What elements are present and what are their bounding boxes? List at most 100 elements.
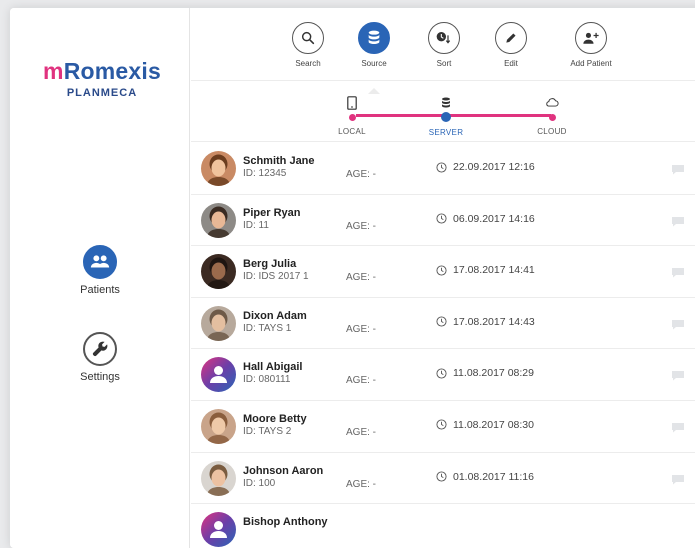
edit-button[interactable]: Edit [476, 22, 546, 68]
avatar [201, 460, 236, 496]
comment-icon[interactable] [671, 317, 685, 335]
patient-name: Bishop Anthony [243, 516, 328, 529]
clock-icon [436, 161, 447, 173]
app-logo: mRomexis PLANMECA [27, 58, 177, 99]
sidebar-item-patients[interactable]: Patients [60, 245, 140, 296]
source-option-server[interactable]: SERVER [416, 96, 476, 137]
logo-title-initial: m [43, 58, 64, 84]
patient-date-text: 11.08.2017 08:29 [453, 367, 534, 380]
sidebar-item-label: Patients [80, 284, 120, 296]
patient-name: Piper Ryan [243, 206, 301, 219]
app-window: mRomexis PLANMECA Patients Settings Sear… [10, 8, 695, 548]
patient-id: ID: TAYS 2 [243, 425, 292, 437]
patient-date: 11.08.2017 08:30 [436, 419, 534, 431]
source-label: CLOUD [537, 127, 567, 136]
patient-id: ID: 080111 [243, 374, 291, 386]
patient-age: AGE: - [346, 426, 377, 438]
source-dot [348, 114, 356, 121]
avatar [201, 408, 236, 444]
tool-label: Search [295, 59, 321, 68]
patient-date: 17.08.2017 14:41 [436, 264, 535, 276]
patient-date: 17.08.2017 14:43 [436, 316, 535, 328]
patient-name: Berg Julia [243, 258, 297, 271]
source-button[interactable]: Source [339, 22, 409, 94]
patient-name: Schmith Jane [243, 155, 315, 167]
patient-id: ID: 12345 [243, 168, 287, 179]
avatar [201, 151, 236, 186]
logo-title: mRomexis [27, 58, 177, 85]
patient-date: 06.09.2017 14:16 [436, 213, 535, 225]
avatar [201, 202, 236, 238]
patient-date-text: 11.08.2017 08:30 [453, 418, 534, 431]
patient-list: Schmith Jane ID: 12345 AGE: - 22.09.2017 12… [191, 143, 695, 548]
sidebar-item-settings[interactable]: Settings [60, 332, 140, 383]
clock-icon [436, 213, 447, 224]
toolbar: Search Source Sort Edit Add Patient [191, 8, 695, 94]
avatar [201, 357, 236, 393]
patient-name: Hall Abigail [243, 361, 303, 374]
patient-id: ID: IDS 2017 1 [243, 271, 309, 283]
comment-icon[interactable] [671, 420, 685, 438]
patient-id: ID: 100 [243, 477, 276, 489]
patient-date: 11.08.2017 08:29 [436, 367, 534, 379]
patient-row[interactable]: Dixon Adam ID: TAYS 1 AGE: - 17.08.2017 14:… [191, 297, 695, 350]
clock-icon [436, 265, 447, 276]
source-selector: LOCAL SERVER CLOUD [191, 82, 695, 142]
patient-age: AGE: - [346, 220, 377, 232]
comment-icon[interactable] [671, 265, 685, 283]
patient-name: Johnson Aaron [243, 464, 324, 477]
patient-date-text: 22.09.2017 12:16 [453, 161, 535, 173]
patient-age: AGE: - [346, 478, 377, 490]
patient-row[interactable]: Bishop Anthony [191, 504, 695, 548]
patient-id: ID: TAYS 1 [243, 322, 292, 334]
search-button[interactable]: Search [273, 22, 343, 68]
database-icon [358, 22, 390, 54]
patient-row[interactable]: Piper Ryan ID: 11 AGE: - 06.09.2017 14:16 [191, 194, 695, 247]
search-icon [292, 22, 324, 54]
patient-date-text: 17.08.2017 14:43 [453, 315, 535, 328]
patient-date-text: 01.08.2017 11:16 [453, 470, 534, 483]
tool-label: Source [361, 59, 387, 68]
patient-row[interactable]: Moore Betty ID: TAYS 2 AGE: - 11.08.2017 08… [191, 400, 695, 453]
add-patient-button[interactable]: Add Patient [556, 22, 626, 68]
patient-row[interactable]: Schmith Jane ID: 12345 AGE: - 22.09.2017 12… [191, 143, 695, 195]
comment-icon[interactable] [671, 368, 685, 386]
patients-icon [83, 245, 117, 279]
logo-subtitle: PLANMECA [66, 87, 138, 99]
sidebar: mRomexis PLANMECA Patients Settings [10, 8, 190, 548]
patient-id: ID: 11 [243, 219, 269, 231]
tablet-icon [322, 96, 382, 110]
tool-label: Edit [504, 59, 518, 68]
patient-row[interactable]: Hall Abigail ID: 080111 AGE: - 11.08.2017 0… [191, 349, 695, 401]
patient-age: AGE: - [346, 375, 377, 387]
patient-age: AGE: - [346, 272, 377, 284]
source-dot [548, 114, 556, 121]
clock-icon [436, 419, 447, 431]
patient-name: Moore Betty [243, 412, 307, 425]
patient-row[interactable]: Berg Julia ID: IDS 2017 1 AGE: - 17.08.2017… [191, 246, 695, 298]
source-label: SERVER [428, 128, 464, 137]
sort-icon [428, 22, 460, 54]
tool-label: Sort [436, 59, 452, 68]
database-icon [416, 96, 476, 110]
comment-icon[interactable] [671, 162, 685, 180]
patient-date: 01.08.2017 11:16 [436, 471, 534, 483]
logo-title-rest: Romexis [63, 58, 161, 84]
clock-icon [436, 471, 447, 482]
avatar [201, 512, 236, 548]
sort-button[interactable]: Sort [409, 22, 479, 68]
patient-age: AGE: - [346, 323, 377, 335]
source-label: LOCAL [338, 127, 366, 136]
source-option-cloud[interactable]: CLOUD [522, 96, 582, 136]
tool-label: Add Patient [570, 59, 612, 68]
patient-row[interactable]: Johnson Aaron ID: 100 AGE: - 01.08.2017 11:… [191, 452, 695, 505]
comment-icon[interactable] [671, 472, 685, 490]
clock-icon [436, 316, 447, 327]
wrench-icon [83, 332, 117, 366]
patient-date-text: 17.08.2017 14:41 [453, 264, 535, 277]
source-option-local[interactable]: LOCAL [322, 96, 382, 136]
avatar [201, 254, 236, 290]
comment-icon[interactable] [671, 214, 685, 232]
patient-age: AGE: - [346, 169, 377, 180]
patient-name: Dixon Adam [243, 309, 307, 322]
